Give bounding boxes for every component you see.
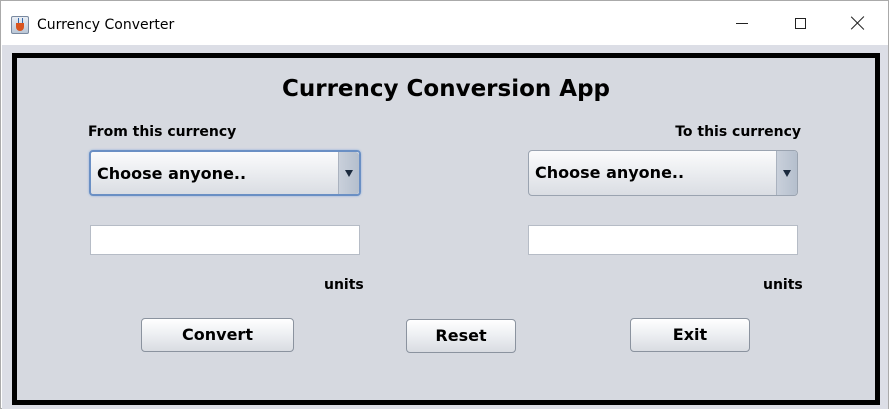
close-icon: [851, 16, 865, 30]
app-window: Currency Converter Currency Conversion A…: [0, 0, 889, 409]
convert-button[interactable]: Convert: [141, 318, 294, 352]
to-units-label: units: [763, 277, 803, 293]
from-currency-dropdown-toggle[interactable]: [338, 152, 359, 194]
window-title: Currency Converter: [37, 17, 175, 33]
title-bar[interactable]: Currency Converter: [1, 1, 888, 45]
chevron-down-icon: [345, 169, 353, 177]
from-currency-select[interactable]: Choose anyone..: [89, 150, 361, 196]
close-button[interactable]: [829, 1, 887, 45]
maximize-button[interactable]: [771, 1, 829, 45]
chevron-down-icon: [783, 169, 791, 177]
to-currency-select[interactable]: Choose anyone..: [528, 150, 798, 196]
page-title: Currency Conversion App: [281, 76, 611, 102]
reset-button[interactable]: Reset: [406, 319, 516, 353]
from-currency-selected: Choose anyone..: [97, 164, 247, 183]
java-cup-icon: [11, 16, 29, 34]
maximize-icon: [794, 17, 806, 29]
to-amount-input[interactable]: [528, 225, 798, 255]
from-currency-label: From this currency: [88, 124, 237, 140]
exit-button[interactable]: Exit: [630, 318, 750, 352]
converter-panel: Currency Conversion App From this curren…: [12, 53, 880, 405]
to-currency-label: To this currency: [675, 124, 801, 140]
content-area: Currency Conversion App From this curren…: [2, 45, 888, 409]
to-currency-selected: Choose anyone..: [535, 163, 685, 182]
minimize-button[interactable]: [713, 1, 771, 45]
from-units-label: units: [324, 277, 364, 293]
minimize-icon: [736, 22, 748, 24]
to-currency-dropdown-toggle[interactable]: [776, 151, 797, 195]
from-amount-input[interactable]: [90, 225, 360, 255]
